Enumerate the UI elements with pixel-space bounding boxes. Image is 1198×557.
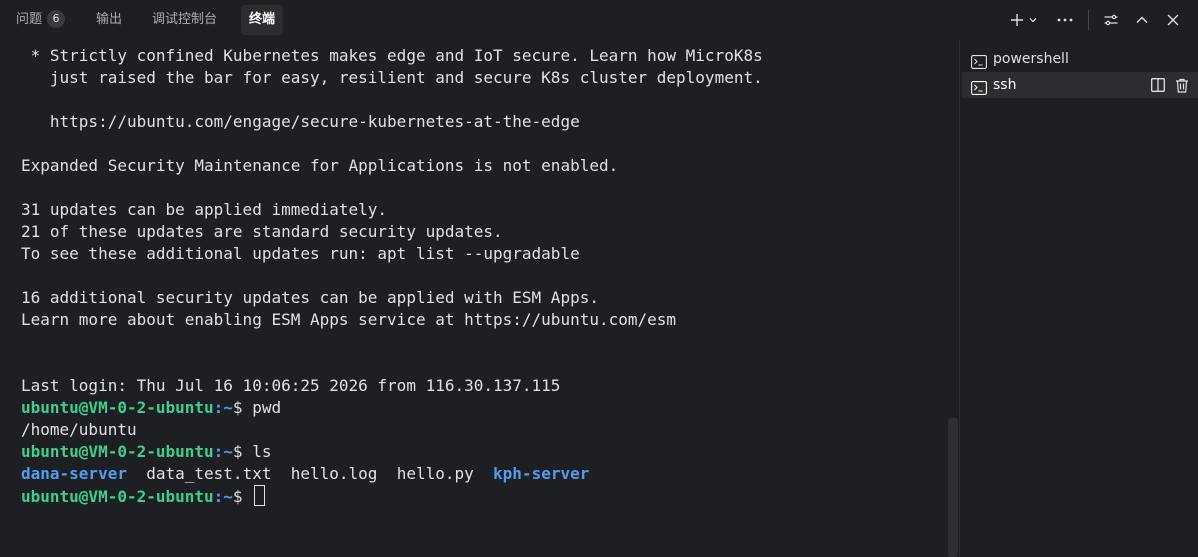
terminal-icon xyxy=(971,52,987,69)
trash-icon[interactable] xyxy=(1173,76,1191,94)
prompt-user: ubuntu@VM-0-2-ubuntu xyxy=(21,398,214,417)
session-item-ssh[interactable]: ssh xyxy=(962,72,1198,98)
prompt-line: ubuntu@VM-0-2-ubuntu:~$ ls xyxy=(21,441,271,463)
tab-output-label: 输出 xyxy=(96,12,123,27)
terminal-scrollbar-thumb[interactable] xyxy=(948,418,958,557)
prompt-user: ubuntu@VM-0-2-ubuntu xyxy=(21,442,214,461)
ls-directory: dana-server xyxy=(21,464,127,483)
ls-file: data_test.txt xyxy=(146,464,272,483)
session-item-powershell[interactable]: powershell xyxy=(962,46,1198,72)
tab-terminal[interactable]: 终端 xyxy=(241,5,284,35)
more-icon[interactable] xyxy=(1055,10,1075,30)
terminal-icon xyxy=(971,78,987,95)
prompt-sign: $ xyxy=(232,398,253,417)
terminal-line: * Strictly confined Kubernetes makes edg… xyxy=(21,46,763,65)
problems-count-badge: 6 xyxy=(47,10,66,28)
chevron-down-icon[interactable] xyxy=(1027,10,1039,30)
ls-gap xyxy=(474,464,493,483)
close-icon[interactable] xyxy=(1163,10,1183,30)
split-terminal-icon[interactable] xyxy=(1149,76,1167,94)
ls-gap xyxy=(127,464,146,483)
panel-tab-bar: 问题 6 输出 调试控制台 终端 xyxy=(0,0,1198,40)
terminal-cursor[interactable] xyxy=(254,485,266,506)
ls-file: hello.py xyxy=(396,464,474,483)
last-login-line: Last login: Thu Jul 16 10:06:25 2026 fro… xyxy=(21,376,561,395)
tab-debug-console-label: 调试控制台 xyxy=(152,12,218,27)
toolbar-divider xyxy=(1088,10,1089,30)
prompt-sign: $ xyxy=(232,487,253,506)
session-label: powershell xyxy=(993,51,1069,67)
plus-icon[interactable] xyxy=(1007,10,1027,30)
ls-file: hello.log xyxy=(290,464,378,483)
session-label: ssh xyxy=(993,77,1017,93)
terminal-line: 31 updates can be applied immediately. xyxy=(21,200,388,219)
sliders-icon[interactable] xyxy=(1101,10,1121,30)
prompt-line: ubuntu@VM-0-2-ubuntu:~$ xyxy=(21,485,266,507)
terminal-line: Learn more about enabling ESM Apps servi… xyxy=(21,310,677,329)
tab-output[interactable]: 输出 xyxy=(88,5,130,35)
terminal-line: Expanded Security Maintenance for Applic… xyxy=(21,156,619,175)
terminal-session-list: powershell ssh xyxy=(960,40,1198,557)
terminal-line: 16 additional security updates can be ap… xyxy=(21,288,599,307)
prompt-path: :~ xyxy=(213,487,233,506)
command-output: /home/ubuntu xyxy=(21,420,137,439)
ls-gap xyxy=(377,464,396,483)
terminal-panel: 问题 6 输出 调试控制台 终端 * Strictly confined Kub… xyxy=(0,0,1198,557)
prompt-path: :~ xyxy=(213,442,233,461)
prompt-user: ubuntu@VM-0-2-ubuntu xyxy=(21,487,214,506)
command-text: pwd xyxy=(252,398,282,417)
terminal-line: just raised the bar for easy, resilient … xyxy=(21,68,763,87)
tab-terminal-label: 终端 xyxy=(249,12,276,27)
prompt-line: ubuntu@VM-0-2-ubuntu:~$ pwd xyxy=(21,397,281,419)
terminal-line: https://ubuntu.com/engage/secure-kuberne… xyxy=(21,112,580,131)
chevron-up-icon[interactable] xyxy=(1132,10,1152,30)
tab-problems[interactable]: 问题 6 xyxy=(8,5,73,35)
terminal-line: To see these additional updates run: apt… xyxy=(21,244,580,263)
tab-debug-console[interactable]: 调试控制台 xyxy=(144,5,225,35)
terminal-line: 21 of these updates are standard securit… xyxy=(21,222,503,241)
ls-gap xyxy=(271,464,290,483)
ls-directory: kph-server xyxy=(493,464,590,483)
prompt-sign: $ xyxy=(232,442,253,461)
command-text: ls xyxy=(252,442,272,461)
ls-output: dana-server data_test.txt hello.log hell… xyxy=(21,463,589,485)
tab-problems-label: 问题 xyxy=(16,12,43,27)
prompt-path: :~ xyxy=(213,398,233,417)
